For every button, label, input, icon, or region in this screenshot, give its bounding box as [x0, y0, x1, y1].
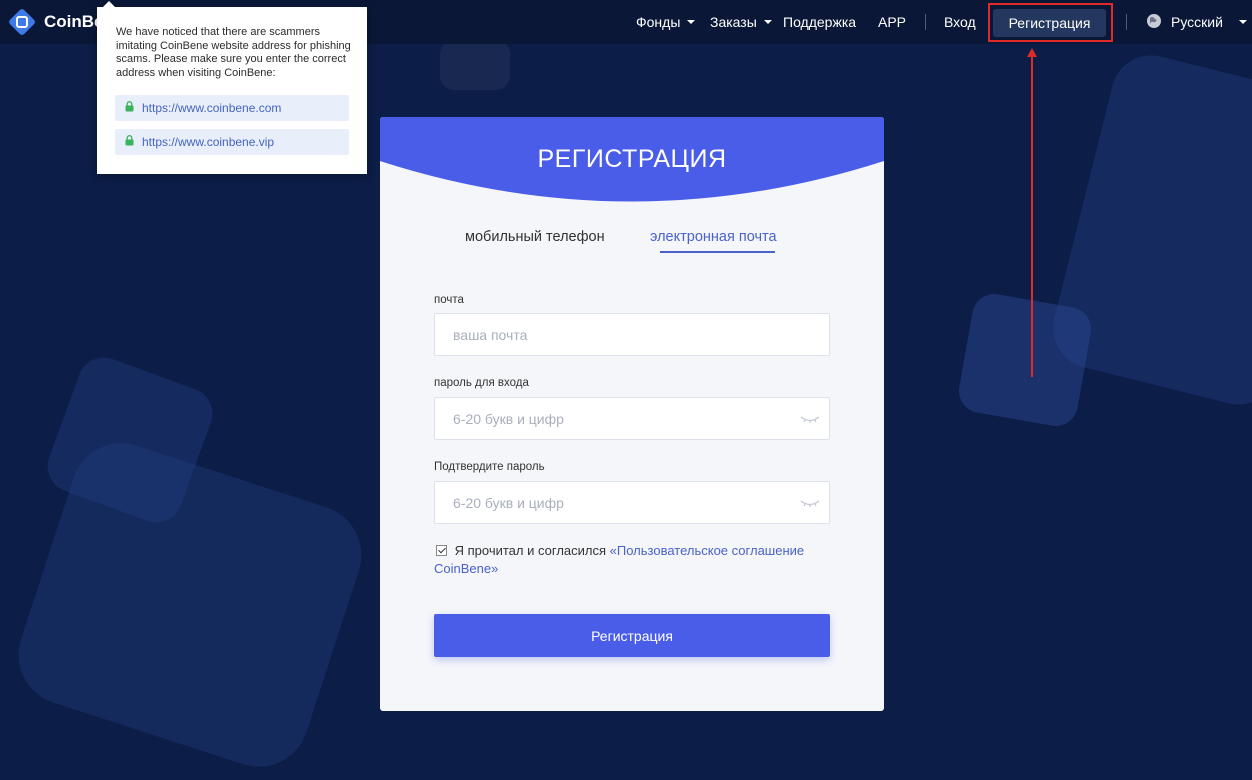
password-label: пароль для входа — [434, 377, 529, 389]
arrow-line — [1031, 55, 1033, 377]
eye-closed-icon[interactable] — [799, 496, 821, 510]
highlight-box — [988, 3, 1113, 42]
nav-app[interactable]: APP — [878, 14, 906, 30]
password-field[interactable] — [435, 398, 829, 439]
url-text: https://www.coinbene.vip — [142, 135, 275, 149]
url-text: https://www.coinbene.com — [142, 101, 282, 115]
nav-support[interactable]: Поддержка — [783, 14, 856, 30]
agreement-row: Я прочитал и согласился «Пользовательско… — [434, 542, 834, 578]
background-shape — [955, 290, 1095, 430]
confirm-password-field-wrapper — [434, 481, 830, 524]
email-field-wrapper — [434, 313, 830, 356]
coinbene-logo-icon — [8, 8, 36, 36]
password-field-wrapper — [434, 397, 830, 440]
agree-checkbox[interactable] — [436, 545, 447, 556]
nav-divider — [925, 14, 926, 30]
nav-login[interactable]: Вход — [944, 14, 976, 30]
background-shape — [440, 40, 510, 90]
confirm-password-label: Подтвердите пароль — [434, 461, 545, 473]
tab-email[interactable]: электронная почта — [650, 229, 777, 245]
chevron-down-icon — [1238, 20, 1247, 24]
language-label: Русский — [1171, 14, 1223, 30]
active-tab-indicator — [660, 251, 775, 253]
agreement-text: Я прочитал и согласился — [454, 543, 607, 558]
language-selector[interactable]: Русский — [1146, 13, 1247, 32]
popup-pointer — [103, 1, 115, 7]
page-title: РЕГИСТРАЦИЯ — [537, 145, 727, 173]
submit-register-button[interactable]: Регистрация — [434, 614, 830, 657]
nav-funds-label: Фонды — [636, 14, 681, 30]
official-url-link[interactable]: https://www.coinbene.com — [115, 95, 349, 121]
globe-icon — [1146, 13, 1162, 32]
eye-closed-icon[interactable] — [799, 412, 821, 426]
chevron-down-icon — [763, 20, 772, 24]
tab-phone[interactable]: мобильный телефон — [465, 229, 605, 245]
lock-icon — [125, 135, 134, 149]
email-label: почта — [434, 294, 464, 306]
nav-funds[interactable]: Фонды — [636, 14, 696, 30]
nav-orders[interactable]: Заказы — [710, 14, 772, 30]
confirm-password-field[interactable] — [435, 482, 829, 523]
lock-icon — [125, 101, 134, 115]
phishing-warning-popup: We have noticed that there are scammers … — [97, 1, 367, 174]
nav-divider — [1126, 14, 1127, 30]
email-field[interactable] — [435, 314, 829, 355]
nav-orders-label: Заказы — [710, 14, 757, 30]
registration-card: РЕГИСТРАЦИЯ мобильный телефон электронна… — [380, 117, 884, 711]
warning-message: We have noticed that there are scammers … — [116, 26, 351, 79]
chevron-down-icon — [687, 20, 696, 24]
official-url-link[interactable]: https://www.coinbene.vip — [115, 129, 349, 155]
